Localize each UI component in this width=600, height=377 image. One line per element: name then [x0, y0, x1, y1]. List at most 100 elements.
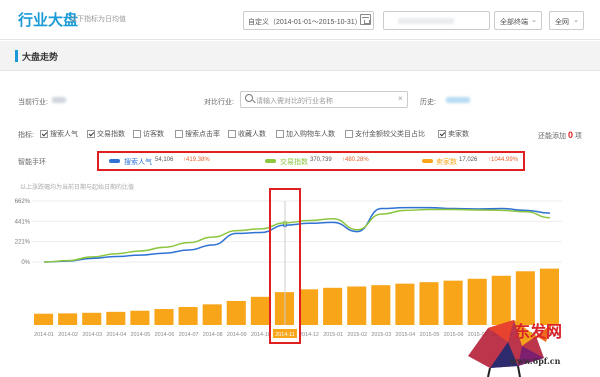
- legend-change-text: 419.38%: [186, 157, 210, 163]
- section-accent-bar: [15, 50, 18, 62]
- chevron-down-icon: ⌄: [531, 17, 537, 24]
- search-placeholder: 请输入需对比的行业名称: [256, 98, 333, 105]
- history-label: 历史:: [420, 99, 436, 106]
- history-value[interactable]: [446, 97, 470, 103]
- legend-series-name[interactable]: 交易指数: [280, 157, 308, 167]
- chevron-down-icon: ⌄: [573, 17, 579, 24]
- bar: [226, 300, 246, 325]
- legend-label: 智能手环: [18, 159, 46, 166]
- checkbox-unchecked-icon[interactable]: [228, 130, 236, 138]
- x-tick-label: 2015-03: [371, 332, 391, 338]
- metric-label: 交易指数: [97, 131, 125, 138]
- checkbox-unchecked-icon[interactable]: [276, 130, 284, 138]
- legend-series-change: ↑419.38%: [183, 157, 210, 163]
- bar: [323, 287, 343, 325]
- metrics-label: 指标:: [18, 132, 34, 139]
- x-tick-label: 2014-01: [34, 332, 54, 338]
- y-tick-label: 441%: [15, 219, 31, 225]
- legend-series-value: 17,026: [459, 157, 478, 163]
- metric-checkbox[interactable]: 卖家数: [438, 129, 469, 139]
- bar: [154, 309, 174, 325]
- metric-checkbox[interactable]: 搜索点击率: [175, 129, 220, 139]
- added-count: 0: [567, 130, 573, 140]
- bar: [178, 306, 198, 325]
- added-unit: 项: [574, 133, 582, 140]
- watermark-text: 东发网: [514, 322, 563, 341]
- legend-series-name[interactable]: 搜索人气: [124, 157, 152, 167]
- x-tick-label: 2014-08: [203, 332, 223, 338]
- current-industry-value: [52, 97, 66, 103]
- x-tick-label: 2014-12: [299, 332, 319, 338]
- page-title: 行业大盘: [18, 12, 79, 29]
- page-subtitle: 以下指标为日均值: [70, 16, 126, 23]
- y-tick-label: 0%: [21, 260, 30, 266]
- checkbox-checked-icon[interactable]: [87, 130, 95, 138]
- metric-label: 加入购物车人数: [286, 131, 335, 138]
- y-tick-label: 662%: [15, 199, 31, 205]
- bar: [347, 286, 367, 325]
- legend-series-value: 54,106: [155, 157, 174, 163]
- bar: [395, 283, 415, 325]
- checkbox-unchecked-icon[interactable]: [175, 130, 183, 138]
- added-label-text: 还能添加: [538, 133, 566, 140]
- bar: [58, 313, 78, 325]
- x-tick-label: 2014-04: [106, 332, 126, 338]
- x-tick-label: 2014-02: [58, 332, 78, 338]
- bar: [106, 311, 126, 325]
- legend-swatch: [109, 159, 120, 163]
- bar: [130, 310, 150, 325]
- x-tick-label: 2014-09: [227, 332, 247, 338]
- x-tick-label: 2014-06: [155, 332, 175, 338]
- metric-checkbox[interactable]: 交易指数: [87, 129, 125, 139]
- metric-checkbox[interactable]: 搜索人气: [40, 129, 78, 139]
- metric-checkbox[interactable]: 支付金额较父类目占比: [345, 129, 425, 139]
- legend-series-value: 370,739: [310, 157, 332, 163]
- metric-label: 卖家数: [448, 131, 469, 138]
- checkbox-unchecked-icon[interactable]: [345, 130, 353, 138]
- x-tick-label: 2014-07: [179, 332, 199, 338]
- terminal-select[interactable]: 全部终端 ⌄: [494, 11, 542, 30]
- metric-checkbox[interactable]: 收藏人数: [228, 129, 266, 139]
- x-tick-label: 2014-03: [82, 332, 102, 338]
- metric-label: 访客数: [143, 131, 164, 138]
- network-select[interactable]: 全网 ⌄: [549, 11, 584, 30]
- x-tick-label: 2014-10: [251, 332, 271, 338]
- legend-series-change: ↑480.28%: [342, 157, 369, 163]
- legend-series-name[interactable]: 卖家数: [436, 157, 457, 167]
- date-range-picker[interactable]: 自定义（2014-01-01～2015-10-31）: [243, 11, 374, 30]
- checkbox-unchecked-icon[interactable]: [133, 130, 141, 138]
- metric-label: 搜索点击率: [185, 131, 220, 138]
- watermark-url: www.6pf.cn: [510, 356, 561, 366]
- terminal-select-label: 全部终端: [500, 19, 528, 26]
- legend-change-text: 480.28%: [345, 157, 369, 163]
- metric-label: 收藏人数: [238, 131, 266, 138]
- section-header: [0, 41, 600, 71]
- legend-swatch: [422, 159, 433, 163]
- x-tick-label: 2014-05: [131, 332, 151, 338]
- watermark-logo: [468, 320, 552, 377]
- section-title: 大盘走势: [22, 52, 59, 62]
- legend-series-change: ↑1044.99%: [488, 157, 518, 163]
- selected-date-highlight: [269, 188, 301, 344]
- bar: [34, 313, 54, 325]
- bar: [371, 285, 391, 325]
- legend-change-text: 1044.99%: [491, 157, 519, 163]
- blurred-selector[interactable]: [383, 11, 490, 30]
- checkbox-checked-icon[interactable]: [438, 130, 446, 138]
- bar: [299, 289, 319, 325]
- close-icon[interactable]: ×: [398, 94, 403, 103]
- top-bar: 行业大盘 以下指标为日均值 自定义（2014-01-01～2015-10-31）…: [0, 0, 600, 40]
- current-industry-label: 当前行业:: [18, 99, 48, 106]
- metric-label: 支付金额较父类目占比: [355, 131, 425, 138]
- network-select-label: 全网: [555, 19, 569, 26]
- search-icon: [245, 94, 253, 102]
- x-tick-label: 2015-04: [396, 332, 416, 338]
- compare-industry-label: 对比行业:: [204, 99, 234, 106]
- metric-checkbox[interactable]: 加入购物车人数: [276, 129, 335, 139]
- legend-swatch: [265, 159, 276, 163]
- calendar-icon[interactable]: [360, 14, 371, 25]
- metric-label: 搜索人气: [50, 131, 78, 138]
- metric-checkbox[interactable]: 访客数: [133, 129, 164, 139]
- checkbox-checked-icon[interactable]: [40, 130, 48, 138]
- bar: [202, 304, 222, 325]
